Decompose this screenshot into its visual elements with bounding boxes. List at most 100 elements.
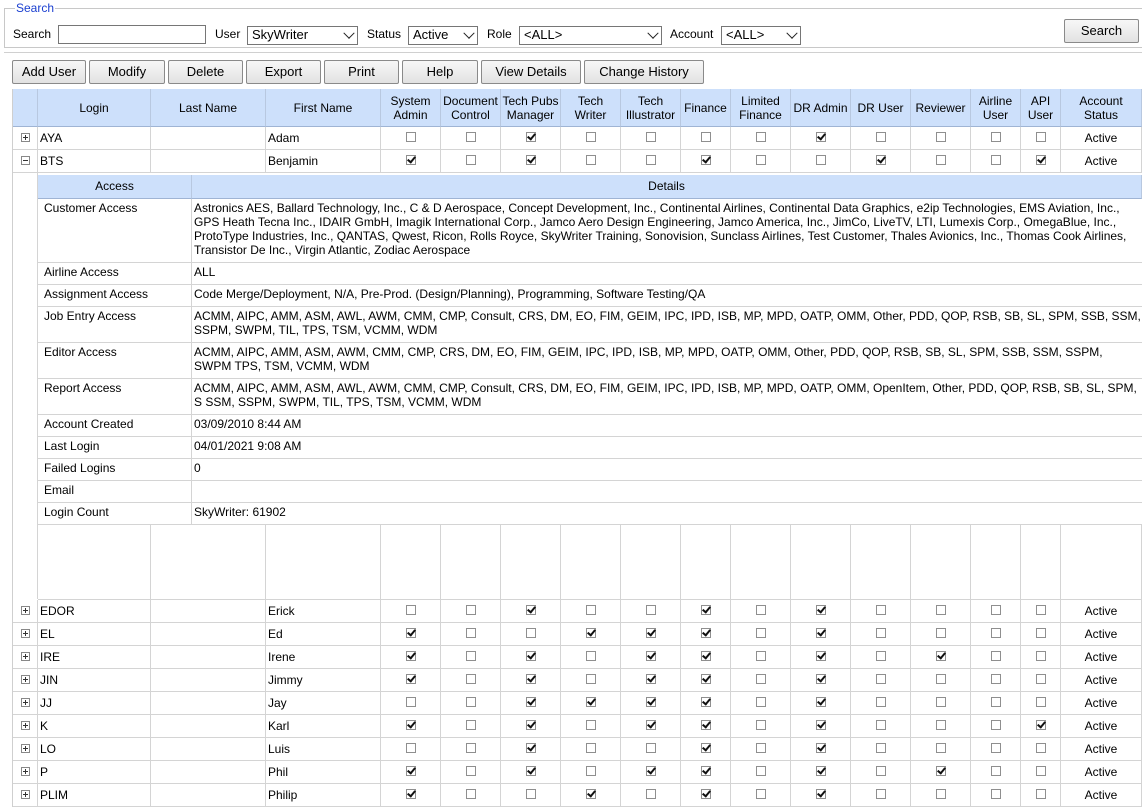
role-checkbox-unchecked[interactable] xyxy=(875,651,886,662)
role-checkbox-checked[interactable] xyxy=(525,766,536,777)
expand-icon[interactable] xyxy=(21,720,30,730)
role-checkbox-checked[interactable] xyxy=(405,766,416,777)
view-details-button[interactable]: View Details xyxy=(481,60,581,84)
role-checkbox-checked[interactable] xyxy=(935,651,946,662)
role-checkbox-checked[interactable] xyxy=(525,651,536,662)
role-checkbox-unchecked[interactable] xyxy=(755,605,766,616)
table-row[interactable]: AYA Adam Active xyxy=(12,127,1142,150)
role-checkbox-unchecked[interactable] xyxy=(585,720,596,731)
role-checkbox-checked[interactable] xyxy=(525,132,536,143)
role-checkbox-unchecked[interactable] xyxy=(990,651,1001,662)
role-checkbox-checked[interactable] xyxy=(700,697,711,708)
role-checkbox-checked[interactable] xyxy=(645,674,656,685)
role-checkbox-unchecked[interactable] xyxy=(1035,697,1046,708)
role-checkbox-checked[interactable] xyxy=(645,766,656,777)
role-checkbox-unchecked[interactable] xyxy=(990,132,1001,143)
table-row[interactable]: EL Ed Active xyxy=(12,623,1142,646)
role-select[interactable]: <ALL> xyxy=(519,26,662,45)
expand-icon[interactable] xyxy=(21,651,30,661)
role-checkbox-unchecked[interactable] xyxy=(875,697,886,708)
role-checkbox-unchecked[interactable] xyxy=(990,789,1001,800)
expand-toggle[interactable] xyxy=(12,784,38,807)
role-checkbox-checked[interactable] xyxy=(815,789,826,800)
role-checkbox-checked[interactable] xyxy=(700,605,711,616)
role-checkbox-checked[interactable] xyxy=(525,720,536,731)
role-checkbox-unchecked[interactable] xyxy=(990,605,1001,616)
expand-toggle[interactable] xyxy=(12,600,38,623)
table-row[interactable]: LO Luis Active xyxy=(12,738,1142,761)
expand-icon[interactable] xyxy=(21,605,30,615)
delete-button[interactable]: Delete xyxy=(168,60,243,84)
role-checkbox-unchecked[interactable] xyxy=(465,697,476,708)
role-checkbox-unchecked[interactable] xyxy=(465,155,476,166)
role-checkbox-checked[interactable] xyxy=(700,743,711,754)
role-checkbox-checked[interactable] xyxy=(815,766,826,777)
role-checkbox-unchecked[interactable] xyxy=(875,766,886,777)
role-checkbox-checked[interactable] xyxy=(585,697,596,708)
role-checkbox-unchecked[interactable] xyxy=(645,789,656,800)
role-checkbox-checked[interactable] xyxy=(815,605,826,616)
expand-icon[interactable] xyxy=(21,132,30,142)
role-checkbox-unchecked[interactable] xyxy=(1035,132,1046,143)
change-history-button[interactable]: Change History xyxy=(584,60,704,84)
role-checkbox-unchecked[interactable] xyxy=(935,720,946,731)
role-checkbox-checked[interactable] xyxy=(1035,720,1046,731)
expand-toggle[interactable] xyxy=(12,715,38,738)
expand-icon[interactable] xyxy=(21,674,30,684)
role-checkbox-unchecked[interactable] xyxy=(700,132,711,143)
role-checkbox-unchecked[interactable] xyxy=(755,697,766,708)
search-button[interactable]: Search xyxy=(1064,19,1139,43)
role-checkbox-unchecked[interactable] xyxy=(585,132,596,143)
column-header-last-name[interactable]: Last Name xyxy=(151,89,266,127)
role-checkbox-checked[interactable] xyxy=(815,743,826,754)
role-checkbox-checked[interactable] xyxy=(815,697,826,708)
role-checkbox-unchecked[interactable] xyxy=(755,674,766,685)
role-checkbox-unchecked[interactable] xyxy=(465,789,476,800)
role-checkbox-unchecked[interactable] xyxy=(990,628,1001,639)
role-checkbox-unchecked[interactable] xyxy=(525,789,536,800)
role-checkbox-unchecked[interactable] xyxy=(990,697,1001,708)
role-checkbox-unchecked[interactable] xyxy=(935,605,946,616)
role-checkbox-unchecked[interactable] xyxy=(935,628,946,639)
role-checkbox-checked[interactable] xyxy=(525,743,536,754)
role-checkbox-unchecked[interactable] xyxy=(755,628,766,639)
role-checkbox-unchecked[interactable] xyxy=(755,155,766,166)
column-header-role[interactable]: Limited Finance xyxy=(731,89,791,127)
search-input[interactable] xyxy=(58,25,206,44)
expand-toggle[interactable] xyxy=(12,623,38,646)
role-checkbox-unchecked[interactable] xyxy=(875,674,886,685)
role-checkbox-unchecked[interactable] xyxy=(755,132,766,143)
role-checkbox-unchecked[interactable] xyxy=(990,766,1001,777)
role-checkbox-unchecked[interactable] xyxy=(645,132,656,143)
role-checkbox-unchecked[interactable] xyxy=(465,674,476,685)
role-checkbox-unchecked[interactable] xyxy=(465,743,476,754)
role-checkbox-checked[interactable] xyxy=(700,720,711,731)
role-checkbox-unchecked[interactable] xyxy=(1035,766,1046,777)
role-checkbox-unchecked[interactable] xyxy=(1035,743,1046,754)
role-checkbox-checked[interactable] xyxy=(405,789,416,800)
column-header-role[interactable]: Document Control xyxy=(441,89,501,127)
role-checkbox-checked[interactable] xyxy=(525,155,536,166)
status-select[interactable]: Active xyxy=(408,26,478,45)
expand-icon[interactable] xyxy=(21,789,30,799)
table-row[interactable]: BTS Benjamin Active xyxy=(12,150,1142,173)
expand-icon[interactable] xyxy=(21,743,30,753)
column-header-role[interactable]: Reviewer xyxy=(911,89,971,127)
account-select[interactable]: <ALL> xyxy=(721,26,801,45)
role-checkbox-checked[interactable] xyxy=(405,628,416,639)
role-checkbox-unchecked[interactable] xyxy=(755,651,766,662)
role-checkbox-unchecked[interactable] xyxy=(935,674,946,685)
role-checkbox-checked[interactable] xyxy=(700,628,711,639)
expand-toggle[interactable] xyxy=(12,738,38,761)
role-checkbox-checked[interactable] xyxy=(405,720,416,731)
role-checkbox-unchecked[interactable] xyxy=(585,651,596,662)
role-checkbox-checked[interactable] xyxy=(700,674,711,685)
role-checkbox-unchecked[interactable] xyxy=(875,628,886,639)
role-checkbox-unchecked[interactable] xyxy=(755,743,766,754)
column-header-role[interactable]: DR Admin xyxy=(791,89,851,127)
role-checkbox-checked[interactable] xyxy=(815,720,826,731)
role-checkbox-unchecked[interactable] xyxy=(815,155,826,166)
column-header-role[interactable]: Tech Writer xyxy=(561,89,621,127)
role-checkbox-unchecked[interactable] xyxy=(465,766,476,777)
role-checkbox-checked[interactable] xyxy=(525,674,536,685)
